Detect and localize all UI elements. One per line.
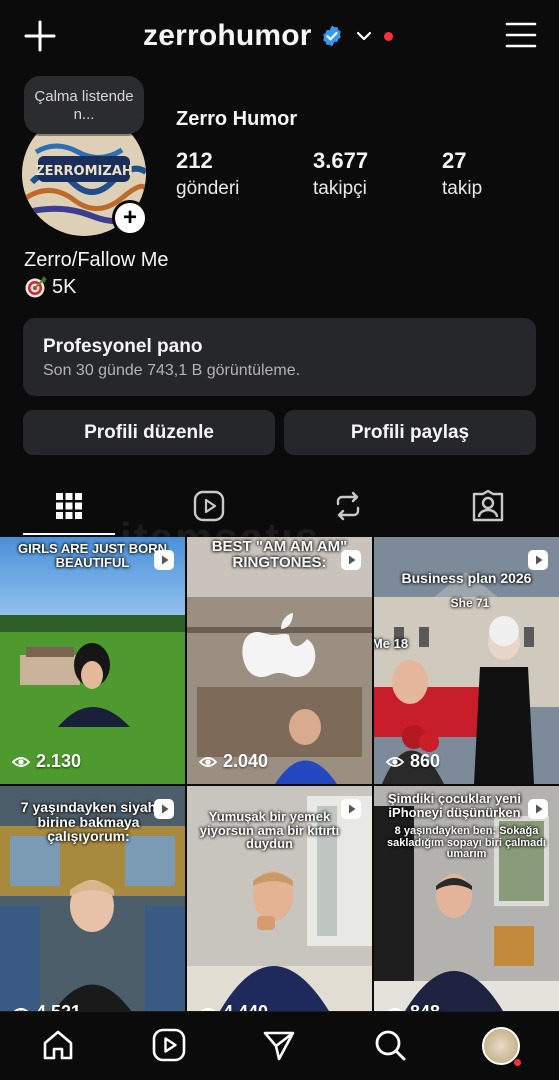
posts-grid: GIRLS ARE JUST BORN BEAUTIFUL 2.130 BEST… — [0, 537, 559, 1011]
post-caption-secondary: 8 yaşındayken ben: Sokağa sakladığım sop… — [387, 825, 546, 861]
view-count: 2.040 — [199, 751, 268, 772]
post-thumbnail[interactable]: Şimdiki çocuklar yeni iPhoneyi düşünürke… — [374, 786, 559, 1011]
tab-tagged[interactable] — [468, 486, 508, 526]
post-thumbnail[interactable]: BEST "AM AM AM" RINGTONES: 2.040 — [187, 537, 372, 784]
reel-badge-icon — [528, 799, 548, 819]
chevron-down-icon[interactable] — [354, 26, 374, 46]
svg-text:ZERROMIZAH: ZERROMIZAH — [35, 164, 133, 179]
reel-badge-icon — [341, 799, 361, 819]
tagged-icon — [472, 489, 504, 522]
following-label: takip — [442, 178, 483, 199]
eye-icon — [199, 756, 217, 767]
followers-count: 3.677 — [313, 148, 369, 173]
bio-line-2: 5K — [24, 275, 76, 299]
home-icon — [43, 1030, 73, 1060]
reel-badge-icon — [154, 799, 174, 819]
eye-icon — [12, 756, 30, 767]
tab-grid[interactable] — [49, 486, 89, 526]
nav-messages[interactable] — [262, 1028, 296, 1062]
display-name: Zerro Humor — [176, 108, 298, 130]
menu-icon[interactable] — [505, 20, 537, 50]
view-count: 4.521 — [12, 1002, 81, 1011]
add-story-button[interactable]: + — [112, 200, 148, 236]
tab-reposts[interactable] — [328, 486, 368, 526]
notification-dot — [383, 31, 393, 41]
dashboard-title: Profesyonel pano — [43, 336, 203, 357]
posts-count: 212 — [176, 148, 213, 173]
top-bar: zerrohumor — [0, 0, 559, 72]
plus-icon[interactable] — [22, 18, 58, 54]
nav-reels[interactable] — [152, 1028, 186, 1062]
reposts-icon — [336, 491, 360, 521]
reel-badge-icon — [528, 550, 548, 570]
dashboard-subtitle: Son 30 günde 743,1 B görüntüleme. — [43, 362, 301, 379]
post-thumbnail[interactable]: Business plan 2026 She 71 Me 18 860 — [374, 537, 559, 784]
view-count: 4.440 — [199, 1002, 268, 1011]
share-profile-button[interactable]: Profili paylaş — [284, 410, 536, 455]
post-image — [187, 537, 372, 784]
profile-notification-dot — [513, 1058, 522, 1067]
post-thumbnail[interactable]: Yumuşak bir yemek yiyorsun ama bir kıtır… — [187, 786, 372, 1011]
view-count: 848 — [386, 1002, 440, 1011]
verified-badge-icon — [322, 25, 341, 47]
reel-badge-icon — [154, 550, 174, 570]
post-tag: Me 18 — [374, 636, 409, 651]
following-stat[interactable]: 27 takip — [442, 148, 482, 200]
grid-icon — [56, 493, 82, 519]
nav-home[interactable] — [41, 1028, 75, 1062]
profile-stats: 212 gönderi 3.677 takipçi 27 takip — [176, 148, 536, 202]
bio-line-1: Zerro/Fallow Me — [24, 249, 169, 271]
view-count-value: 2.040 — [223, 751, 269, 771]
active-tab-indicator — [23, 533, 115, 535]
post-thumbnail[interactable]: 7 yaşındayken siyah birine bakmaya çalış… — [0, 786, 185, 1011]
followers-label: takipçi — [313, 178, 367, 199]
search-icon — [375, 1030, 406, 1061]
post-image — [0, 537, 185, 784]
reels-icon — [152, 1028, 186, 1062]
post-caption: Business plan 2026 — [401, 570, 532, 586]
following-count: 27 — [442, 148, 467, 173]
view-count-value: 4.521 — [36, 1002, 81, 1011]
view-count: 860 — [386, 751, 440, 772]
dart-target-icon — [25, 276, 47, 298]
post-tag: She 71 — [450, 596, 490, 610]
view-count: 2.130 — [12, 751, 81, 772]
view-count-value: 848 — [410, 1002, 440, 1011]
send-icon — [263, 1031, 295, 1061]
edit-profile-button[interactable]: Profili düzenle — [23, 410, 275, 455]
reel-badge-icon — [341, 550, 361, 570]
note-bubble[interactable]: Çalma listende n... — [24, 76, 144, 134]
view-count-value: 4.440 — [223, 1002, 268, 1011]
bottom-navigation — [0, 1011, 559, 1080]
professional-dashboard-card[interactable]: Profesyonel pano Son 30 günde 743,1 B gö… — [23, 318, 536, 396]
eye-icon — [386, 756, 404, 767]
username: zerrohumor — [143, 19, 312, 52]
posts-stat[interactable]: 212 gönderi — [176, 148, 239, 200]
account-switcher[interactable]: zerrohumor — [143, 18, 393, 54]
view-count-value: 860 — [410, 751, 441, 771]
posts-label: gönderi — [176, 178, 240, 199]
followers-stat[interactable]: 3.677 takipçi — [313, 148, 368, 200]
post-thumbnail[interactable]: GIRLS ARE JUST BORN BEAUTIFUL 2.130 — [0, 537, 185, 784]
bio-text: 5K — [52, 275, 77, 298]
nav-search[interactable] — [373, 1028, 407, 1062]
view-count-value: 2.130 — [36, 751, 82, 771]
